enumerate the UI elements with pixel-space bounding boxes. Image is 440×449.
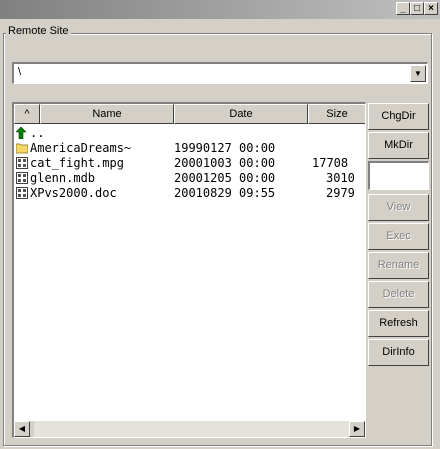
maximize-button[interactable]: □ bbox=[410, 2, 424, 15]
scroll-right-icon[interactable]: ▶ bbox=[349, 421, 365, 437]
list-item[interactable]: .. bbox=[14, 126, 365, 141]
close-button[interactable]: × bbox=[424, 2, 438, 15]
scroll-left-icon[interactable]: ◀ bbox=[14, 421, 30, 437]
list-item[interactable]: cat_fight.mpg 20001003 00:00 17708 bbox=[14, 156, 365, 171]
file-name: XPvs2000.doc bbox=[30, 186, 117, 200]
rename-button[interactable]: Rename bbox=[368, 252, 429, 279]
file-date: 20001205 00:00 bbox=[174, 171, 276, 185]
file-name: .. bbox=[30, 126, 45, 140]
column-header-date[interactable]: Date bbox=[174, 104, 308, 124]
file-size: 3010 bbox=[326, 171, 355, 185]
exec-button[interactable]: Exec bbox=[368, 223, 429, 250]
group-title: Remote Site bbox=[6, 25, 71, 37]
sort-header[interactable]: ^ bbox=[14, 104, 40, 124]
file-name: AmericaDreams~ bbox=[30, 141, 132, 155]
view-button[interactable]: View bbox=[368, 194, 429, 221]
mkdir-button[interactable]: MkDir bbox=[368, 132, 429, 159]
file-date: 20010829 09:55 bbox=[174, 186, 276, 200]
scroll-thumb[interactable] bbox=[30, 421, 34, 437]
column-header-name[interactable]: Name bbox=[40, 104, 174, 124]
file-list[interactable]: ^ Name Date Size .. AmericaDreams~ 19990… bbox=[12, 102, 366, 438]
column-header-size[interactable]: Size bbox=[308, 104, 365, 124]
file-name: cat_fight.mpg bbox=[30, 156, 124, 170]
file-name: glenn.mdb bbox=[30, 171, 96, 185]
chevron-down-icon[interactable]: ▼ bbox=[410, 65, 426, 82]
list-item[interactable]: AmericaDreams~ 19990127 00:00 bbox=[14, 141, 365, 156]
binary-file-icon bbox=[16, 172, 28, 184]
delete-button[interactable]: Delete bbox=[368, 281, 429, 308]
list-item[interactable]: glenn.mdb 20001205 00:00 3010 bbox=[14, 171, 365, 186]
path-combobox[interactable]: \ ▼ bbox=[12, 62, 428, 84]
dir-name-input[interactable] bbox=[368, 161, 429, 190]
up-folder-icon bbox=[16, 127, 27, 139]
file-size: 2979 bbox=[326, 186, 355, 200]
file-date: 20001003 00:00 bbox=[174, 156, 276, 170]
horizontal-scrollbar[interactable]: ◀ ▶ bbox=[14, 421, 365, 437]
dirinfo-button[interactable]: DirInfo bbox=[368, 339, 429, 366]
list-item[interactable]: XPvs2000.doc 20010829 09:55 2979 bbox=[14, 186, 365, 201]
chgdir-button[interactable]: ChgDir bbox=[368, 103, 429, 130]
minimize-button[interactable]: _ bbox=[396, 2, 410, 15]
file-date: 19990127 00:00 bbox=[174, 141, 276, 155]
path-value: \ bbox=[18, 66, 22, 78]
title-bar: _ □ × bbox=[0, 0, 440, 19]
file-size: 17708 bbox=[312, 156, 349, 170]
binary-file-icon bbox=[16, 187, 28, 199]
folder-icon bbox=[16, 143, 28, 154]
refresh-button[interactable]: Refresh bbox=[368, 310, 429, 337]
binary-file-icon bbox=[16, 157, 28, 169]
